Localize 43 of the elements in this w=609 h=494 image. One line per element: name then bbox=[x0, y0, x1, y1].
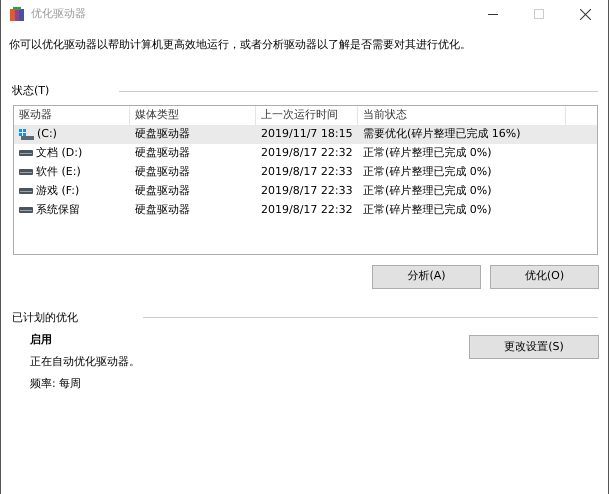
close-icon bbox=[580, 8, 590, 20]
table-cell-text: 正常(碎片整理已完成 0%) bbox=[362, 146, 493, 160]
maximize-icon bbox=[534, 9, 544, 19]
table-cell: 软件 (E:) bbox=[36, 164, 81, 180]
action-button[interactable]: 优化(O) bbox=[490, 264, 599, 289]
table-row[interactable]: 文档 (D:) 硬盘驱动器 2019/8/17 22:32 正常(碎片整理已完成 0%) bbox=[14, 144, 597, 163]
drive-icon bbox=[19, 188, 33, 194]
table-cell-text: 硬盘驱动器 bbox=[134, 146, 191, 160]
settings-button[interactable]: 更改设置(S) bbox=[469, 334, 599, 359]
table-cell: 系统保留 bbox=[36, 202, 80, 218]
app-icon bbox=[9, 6, 25, 22]
drive-icon bbox=[19, 150, 33, 156]
section-label: 已计划的优化 bbox=[12, 310, 78, 325]
table-cell-text: 2019/8/17 22:33 bbox=[260, 184, 354, 198]
table-cell-text: 硬盘驱动器 bbox=[134, 126, 191, 142]
table-cell-text: 硬盘驱动器 bbox=[134, 184, 191, 198]
description: 你可以优化驱动器以帮助计算机更高效地运行，或者分析驱动器以了解是否需要对其进行优化。 bbox=[8, 38, 472, 52]
table-cell-text: 2019/8/17 22:32 bbox=[260, 202, 354, 218]
section-label: 状态(T) bbox=[12, 84, 50, 99]
schedule-detail: 正在自动优化驱动器。 bbox=[30, 355, 140, 370]
table-cell-text: 硬盘驱动器 bbox=[134, 202, 191, 218]
drive-icon bbox=[19, 169, 33, 176]
table-row[interactable]: 系统保留 硬盘驱动器 2019/8/17 22:32 正常(碎片整理已完成 0%) bbox=[14, 200, 597, 220]
table-cell: 文档 (D:) bbox=[36, 146, 82, 160]
table-cell-text: 2019/8/17 22:33 bbox=[260, 164, 354, 180]
table-row[interactable]: 软件 (E:) 硬盘驱动器 2019/8/17 22:33 正常(碎片整理已完成 0%) bbox=[14, 162, 597, 182]
table-cell-text: 2019/11/7 18:15 bbox=[260, 126, 354, 142]
action-button[interactable]: 分析(A) bbox=[372, 264, 481, 289]
table-cell-text: 2019/8/17 22:32 bbox=[260, 146, 354, 160]
schedule-state: 启用 bbox=[30, 332, 53, 348]
table-cell: 游戏 (F:) bbox=[36, 184, 80, 198]
table-cell-text: 正常(碎片整理已完成 0%) bbox=[362, 202, 493, 218]
table-cell-text: 正常(碎片整理已完成 0%) bbox=[362, 184, 493, 198]
table-row[interactable]: (C:) 硬盘驱动器 2019/11/7 18:15 需要优化(碎片整理已完成 16%) bbox=[14, 124, 597, 144]
window-title: 优化驱动器 bbox=[31, 6, 86, 22]
table-cell: (C:) bbox=[37, 126, 57, 142]
table-cell-text: 正常(碎片整理已完成 0%) bbox=[362, 164, 493, 180]
table-row[interactable]: 游戏 (F:) 硬盘驱动器 2019/8/17 22:33 正常(碎片整理已完成 0%) bbox=[14, 182, 597, 201]
table-cell-text: 硬盘驱动器 bbox=[134, 164, 191, 180]
schedule-frequency: 频率: 每周 bbox=[30, 377, 82, 392]
drive-icon bbox=[19, 207, 33, 214]
table-cell-text: 需要优化(碎片整理已完成 16%) bbox=[362, 126, 522, 142]
system-drive-icon bbox=[19, 128, 34, 140]
